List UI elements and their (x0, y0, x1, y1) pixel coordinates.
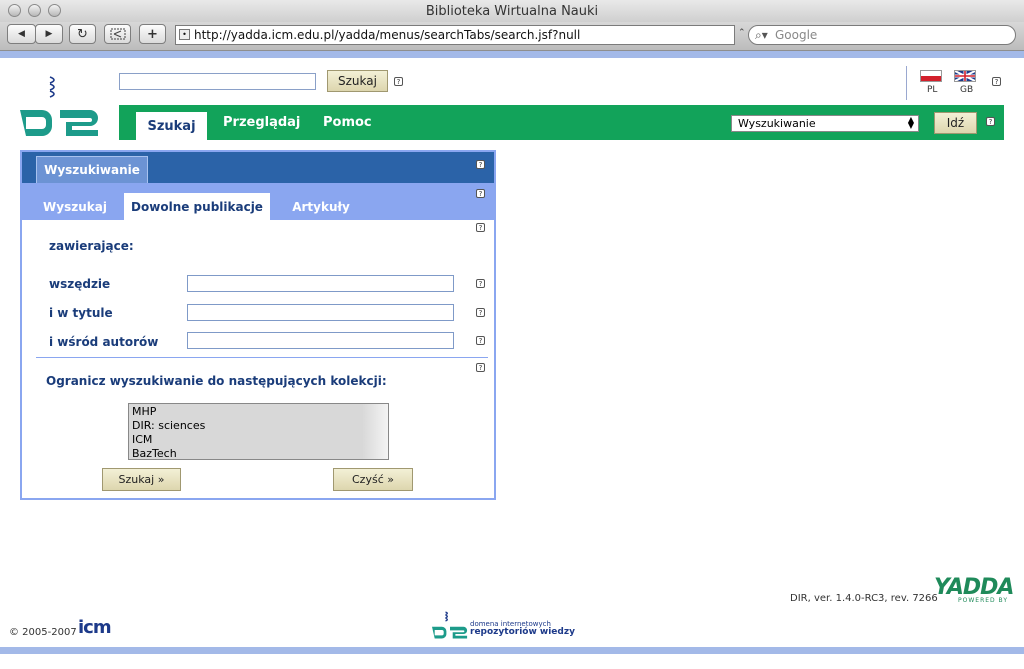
subtab-search[interactable]: Wyszukaj (38, 193, 112, 220)
nav-tab-browse[interactable]: Przeglądaj (223, 105, 300, 140)
panel-header: Wyszukiwanie ? (22, 152, 494, 183)
snapback-icon (110, 28, 125, 40)
d2-footer-line2: repozytoriów wiedzy (470, 627, 575, 637)
collection-option[interactable]: BazTech (132, 447, 385, 461)
help-icon[interactable]: ? (476, 189, 485, 198)
reload-icon: ↻ (77, 26, 88, 42)
field-label-authors: i wśród autorów (49, 335, 159, 349)
quick-search-input[interactable] (119, 73, 316, 90)
everywhere-input[interactable] (187, 275, 454, 292)
select-arrows-icon: ▲ ▼ (907, 115, 914, 130)
authors-input[interactable] (187, 332, 454, 349)
subtab-articles[interactable]: Artykuły (278, 193, 364, 220)
help-icon[interactable]: ? (476, 336, 485, 345)
panel-tab-search[interactable]: Wyszukiwanie (36, 156, 148, 183)
browser-search-placeholder: Google (775, 28, 818, 42)
panel-divider (36, 357, 488, 358)
top-divider (0, 51, 1024, 58)
address-bar[interactable]: • http://yadda.icm.edu.pl/yadda/menus/se… (175, 25, 735, 45)
lang-gb-label[interactable]: GB (960, 85, 973, 95)
forward-icon: ▶ (45, 29, 53, 39)
title-input[interactable] (187, 304, 454, 321)
snapback-button[interactable] (104, 24, 131, 44)
search-submit-button[interactable]: Szukaj » (102, 468, 181, 491)
collection-option[interactable]: DIR: sciences (132, 419, 385, 433)
powered-by-label: POWERED BY (958, 597, 1009, 604)
add-bookmark-button[interactable]: + (139, 24, 166, 44)
nav-tab-search[interactable]: Szukaj (136, 112, 207, 140)
magnifier-icon: ⌕▾ (755, 28, 768, 42)
nav-tab-help[interactable]: Pomoc (323, 105, 372, 140)
reload-button[interactable]: ↻ (69, 24, 96, 44)
url-dropdown-icon[interactable]: ⌃ (738, 28, 746, 38)
uk-flag-icon[interactable] (954, 70, 976, 82)
containing-label: zawierające: (49, 239, 134, 253)
url-text: http://yadda.icm.edu.pl/yadda/menus/sear… (194, 28, 581, 42)
panel-subtabs: Wyszukaj Dowolne publikacje Artykuły ? (22, 183, 494, 220)
version-text: DIR, ver. 1.4.0-RC3, rev. 7266 (790, 593, 938, 604)
main-nav-bar: Szukaj Przeglądaj Pomoc Wyszukiwanie ▲ ▼ … (119, 105, 1004, 140)
search-type-select[interactable]: Wyszukiwanie ▲ ▼ (731, 115, 919, 132)
favicon-icon: • (179, 29, 190, 40)
help-icon[interactable]: ? (992, 77, 1001, 86)
poland-flag-icon[interactable] (920, 70, 942, 82)
go-button[interactable]: Idź (934, 112, 977, 134)
collection-option[interactable]: MHP (132, 405, 385, 419)
subtab-any-publications[interactable]: Dowolne publikacje (124, 193, 270, 220)
icm-logo[interactable]: icm (78, 617, 112, 638)
copyright-text: © 2005-2007 (9, 627, 77, 638)
field-label-title: i w tytule (49, 306, 113, 320)
collection-option[interactable]: ICM (132, 433, 385, 447)
lang-pl-label[interactable]: PL (927, 85, 937, 95)
help-icon[interactable]: ? (476, 223, 485, 232)
d2-logo[interactable] (20, 74, 100, 141)
d2-footer-text: domena internetowych repozytoriów wiedzy (470, 620, 575, 637)
search-panel: Wyszukiwanie ? Wyszukaj Dowolne publikac… (20, 150, 496, 500)
back-button[interactable]: ◀ (7, 24, 36, 44)
add-icon: + (147, 26, 158, 42)
help-icon[interactable]: ? (394, 77, 403, 86)
help-icon[interactable]: ? (476, 308, 485, 317)
clear-button[interactable]: Czyść » (333, 468, 413, 491)
quick-search-button[interactable]: Szukaj (327, 70, 388, 92)
help-icon[interactable]: ? (476, 363, 485, 372)
bottom-divider (0, 647, 1024, 654)
back-icon: ◀ (18, 29, 25, 39)
window-titlebar: Biblioteka Wirtualna Nauki (0, 0, 1024, 23)
help-icon[interactable]: ? (986, 117, 995, 126)
search-type-value: Wyszukiwanie (738, 117, 816, 130)
browser-toolbar: ◀ ▶ ↻ + • http://yadda.icm.edu.pl/yadda/… (0, 22, 1024, 51)
help-icon[interactable]: ? (476, 279, 485, 288)
help-icon[interactable]: ? (476, 160, 485, 169)
browser-search-field[interactable]: ⌕▾ Google (748, 25, 1016, 45)
field-label-everywhere: wszędzie (49, 277, 111, 291)
header-separator (906, 66, 907, 100)
forward-button[interactable]: ▶ (35, 24, 63, 44)
window-title: Biblioteka Wirtualna Nauki (425, 4, 599, 19)
collections-label: Ogranicz wyszukiwanie do następujących k… (46, 374, 387, 388)
d2-footer-logo[interactable] (432, 610, 468, 643)
collections-listbox[interactable]: MHP DIR: sciences ICM BazTech (128, 403, 389, 460)
